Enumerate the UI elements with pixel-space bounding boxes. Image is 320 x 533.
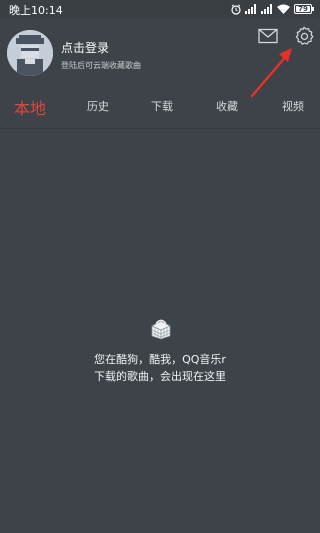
basket-icon	[151, 319, 171, 340]
battery-icon: 79	[294, 4, 314, 14]
tab-downloads[interactable]: 下载	[151, 98, 173, 114]
battery: 79	[294, 4, 312, 14]
battery-level: 79	[298, 5, 308, 13]
tab-history[interactable]: 历史	[87, 98, 109, 114]
tab-bar: 本地 历史 下载 收藏 视频	[0, 88, 320, 129]
default-avatar-icon	[7, 30, 53, 76]
status-icons: 79	[231, 2, 314, 16]
avatar[interactable]	[7, 30, 53, 76]
wifi-icon	[277, 4, 290, 14]
tab-videos[interactable]: 视频	[282, 98, 304, 114]
empty-state-line2: 下载的歌曲，会出现在这里	[94, 370, 226, 383]
login-subtitle: 登陆后可云端收藏歌曲	[61, 61, 141, 70]
login-title[interactable]: 点击登录	[61, 39, 109, 56]
signal-icon	[261, 4, 272, 14]
header: 点击登录 登陆后可云端收藏歌曲	[0, 18, 320, 98]
tab-favorites[interactable]: 收藏	[216, 98, 238, 114]
gear-icon[interactable]	[294, 26, 314, 46]
signal-icon	[245, 4, 256, 14]
mail-icon[interactable]	[258, 28, 278, 44]
tab-local[interactable]: 本地	[14, 95, 46, 119]
empty-state-line1: 您在酷狗，酷我，QQ音乐r	[94, 353, 226, 366]
status-bar: 晚上10:14 79	[0, 0, 320, 18]
empty-state-message: 您在酷狗，酷我，QQ音乐r 下载的歌曲，会出现在这里	[0, 351, 320, 385]
alarm-icon	[231, 3, 241, 15]
status-time: 晚上10:14	[9, 4, 63, 17]
battery-cap	[312, 7, 314, 11]
